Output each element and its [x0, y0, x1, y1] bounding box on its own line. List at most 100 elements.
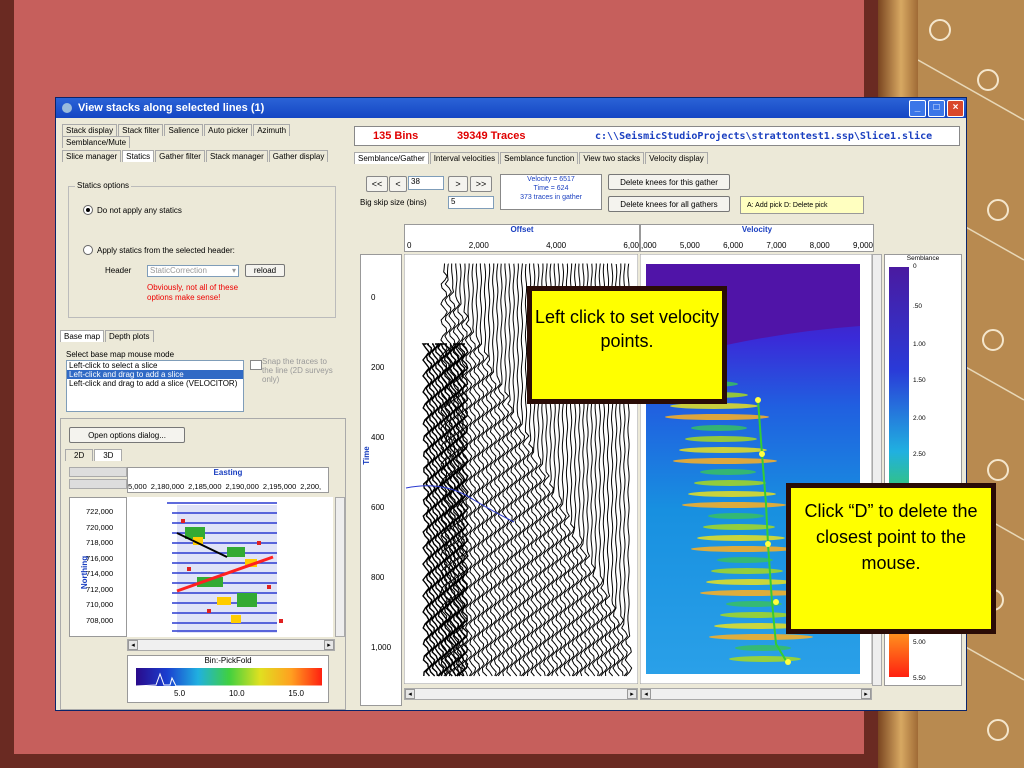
left-tabs-row1: Stack display Stack filter Salience Auto…	[62, 124, 332, 148]
radio-apply-statics[interactable]: Apply statics from the selected header:	[83, 245, 235, 255]
slider-track[interactable]	[69, 467, 127, 477]
scroll-right-icon[interactable]: ▸	[627, 689, 637, 699]
semblance-streak	[703, 524, 775, 530]
window-titlebar: View stacks along selected lines (1)	[56, 98, 966, 118]
basemap-hscroll[interactable]: ◂ ▸	[127, 639, 335, 651]
gather-hscroll[interactable]: ◂ ▸	[404, 688, 638, 700]
reload-button[interactable]: reload	[245, 264, 285, 277]
scroll-right-icon[interactable]: ▸	[861, 689, 871, 699]
scroll-left-icon[interactable]: ◂	[405, 689, 415, 699]
tab-velocity-display[interactable]: Velocity display	[645, 152, 708, 164]
time-readout: Time = 624	[533, 185, 569, 192]
close-button[interactable]: ×	[947, 100, 964, 117]
statics-options-group: Statics options Do not apply any statics…	[68, 181, 336, 318]
next-gather-button[interactable]: >	[448, 176, 468, 192]
time-tick: 1,000	[371, 643, 392, 652]
semblance-hscroll[interactable]: ◂ ▸	[640, 688, 872, 700]
slider-track[interactable]	[69, 479, 127, 489]
offset-tick: 2,000	[468, 241, 489, 250]
northing-tick: 720,000	[86, 522, 114, 532]
list-item[interactable]: Left-click and drag to add a slice (VELO…	[67, 379, 243, 388]
maximize-button[interactable]: □	[928, 100, 945, 117]
time-tick: 800	[371, 573, 385, 582]
tab-3d[interactable]: 3D	[94, 449, 123, 461]
radio-no-statics-label: Do not apply any statics	[97, 205, 182, 215]
traces-count: 39349 Traces	[457, 130, 526, 142]
tab-interval-velocities[interactable]: Interval velocities	[429, 152, 500, 164]
semblance-streak	[682, 502, 786, 508]
tab-2d[interactable]: 2D	[65, 449, 94, 461]
time-label: Time	[361, 446, 371, 465]
left-panel: Stack display Stack filter Salience Auto…	[58, 122, 348, 710]
semblance-tick: .50	[913, 303, 923, 310]
slice-info-bar: 135 Bins 39349 Traces c:\\SeismicStudioP…	[354, 126, 960, 146]
offset-tick: 4,000	[546, 241, 567, 250]
scroll-left-icon[interactable]: ◂	[128, 640, 138, 650]
time-tick: 200	[371, 363, 385, 372]
delete-knees-all-button[interactable]: Delete knees for all gathers	[608, 196, 730, 212]
gather-number-field[interactable]: 38	[408, 176, 444, 190]
tab-view-two-stacks[interactable]: View two stacks	[579, 152, 645, 164]
big-skip-field[interactable]: 5	[448, 196, 494, 209]
list-item-selected[interactable]: Left-click and drag to add a slice	[67, 370, 243, 379]
tab-slice-manager[interactable]: Slice manager	[62, 150, 122, 162]
tab-salience[interactable]: Salience	[164, 124, 204, 136]
colorbar-tick: 10.0	[228, 689, 245, 698]
pickfold-colorbar: Bin:-PickFold 5.0 10.0 15.0	[127, 655, 329, 703]
bins-count: 135 Bins	[373, 130, 419, 142]
velocity-tick: 9,000	[852, 241, 873, 250]
traces-in-gather: 373 traces in gather	[520, 194, 582, 201]
snap-checkbox[interactable]	[250, 360, 262, 370]
semblance-streak	[685, 436, 757, 442]
tab-auto-picker[interactable]: Auto picker	[204, 124, 253, 136]
velocity-info-box: Velocity = 6517 Time = 624 373 traces in…	[500, 174, 602, 210]
header-label: Header	[105, 266, 132, 275]
open-options-button[interactable]: Open options dialog...	[69, 427, 185, 443]
easting-tick: 2,180,000	[150, 482, 185, 491]
radio-no-statics[interactable]: Do not apply any statics	[83, 205, 182, 215]
list-item[interactable]: Left-click to select a slice	[67, 361, 243, 370]
first-gather-button[interactable]: <<	[366, 176, 388, 192]
base-map-canvas[interactable]	[127, 497, 333, 637]
basemap-mode-list[interactable]: Left-click to select a slice Left-click …	[66, 360, 244, 412]
tab-depth-plots[interactable]: Depth plots	[105, 330, 154, 342]
tab-gather-filter[interactable]: Gather filter	[155, 150, 205, 162]
header-select[interactable]: StaticCorrection ▾	[147, 265, 239, 277]
tab-azimuth[interactable]: Azimuth	[253, 124, 291, 136]
app-icon	[62, 103, 72, 113]
minimize-button[interactable]: _	[909, 100, 926, 117]
delete-point-callout: Click “D” to delete the closest point to…	[786, 483, 996, 634]
semblance-tick: 1.00	[913, 341, 926, 348]
tab-stack-filter[interactable]: Stack filter	[118, 124, 164, 136]
velocity-readout: Velocity = 6517	[527, 176, 575, 183]
semblance-streak	[679, 447, 767, 453]
tab-gather-display[interactable]: Gather display	[268, 150, 329, 162]
warning-text: Obviously, not all of these options make…	[147, 283, 239, 302]
tab-statics[interactable]: Statics	[122, 150, 155, 162]
last-gather-button[interactable]: >>	[470, 176, 492, 192]
time-tick: 600	[371, 503, 385, 512]
colorbar-tick: 15.0	[288, 689, 304, 698]
tab-base-map[interactable]: Base map	[60, 330, 105, 342]
tab-stack-display[interactable]: Stack display	[62, 124, 118, 136]
tab-semblance-mute[interactable]: Semblance/Mute	[62, 136, 131, 148]
easting-tick: 2,200,	[300, 482, 322, 491]
prev-gather-button[interactable]: <	[389, 176, 407, 192]
scroll-right-icon[interactable]: ▸	[324, 640, 334, 650]
northing-tick: 716,000	[86, 553, 114, 563]
basemap-vscroll[interactable]	[335, 497, 345, 637]
semblance-tick: 1.50	[913, 377, 926, 384]
colorbar-tick: 5.0	[174, 689, 186, 698]
semblance-streak	[708, 513, 764, 519]
delete-knees-gather-button[interactable]: Delete knees for this gather	[608, 174, 730, 190]
northing-tick: 710,000	[86, 600, 114, 609]
scroll-left-icon[interactable]: ◂	[641, 689, 651, 699]
colorbar-title: Bin:-PickFold	[204, 656, 252, 665]
time-tick: 400	[371, 433, 385, 442]
semblance-streak	[694, 480, 766, 486]
tab-stack-manager[interactable]: Stack manager	[205, 150, 268, 162]
tab-semblance-gather[interactable]: Semblance/Gather	[354, 152, 429, 164]
tab-semblance-function[interactable]: Semblance function	[500, 152, 579, 164]
view-tabs: 2D 3D	[65, 449, 123, 461]
radio-selected-icon	[83, 205, 93, 215]
